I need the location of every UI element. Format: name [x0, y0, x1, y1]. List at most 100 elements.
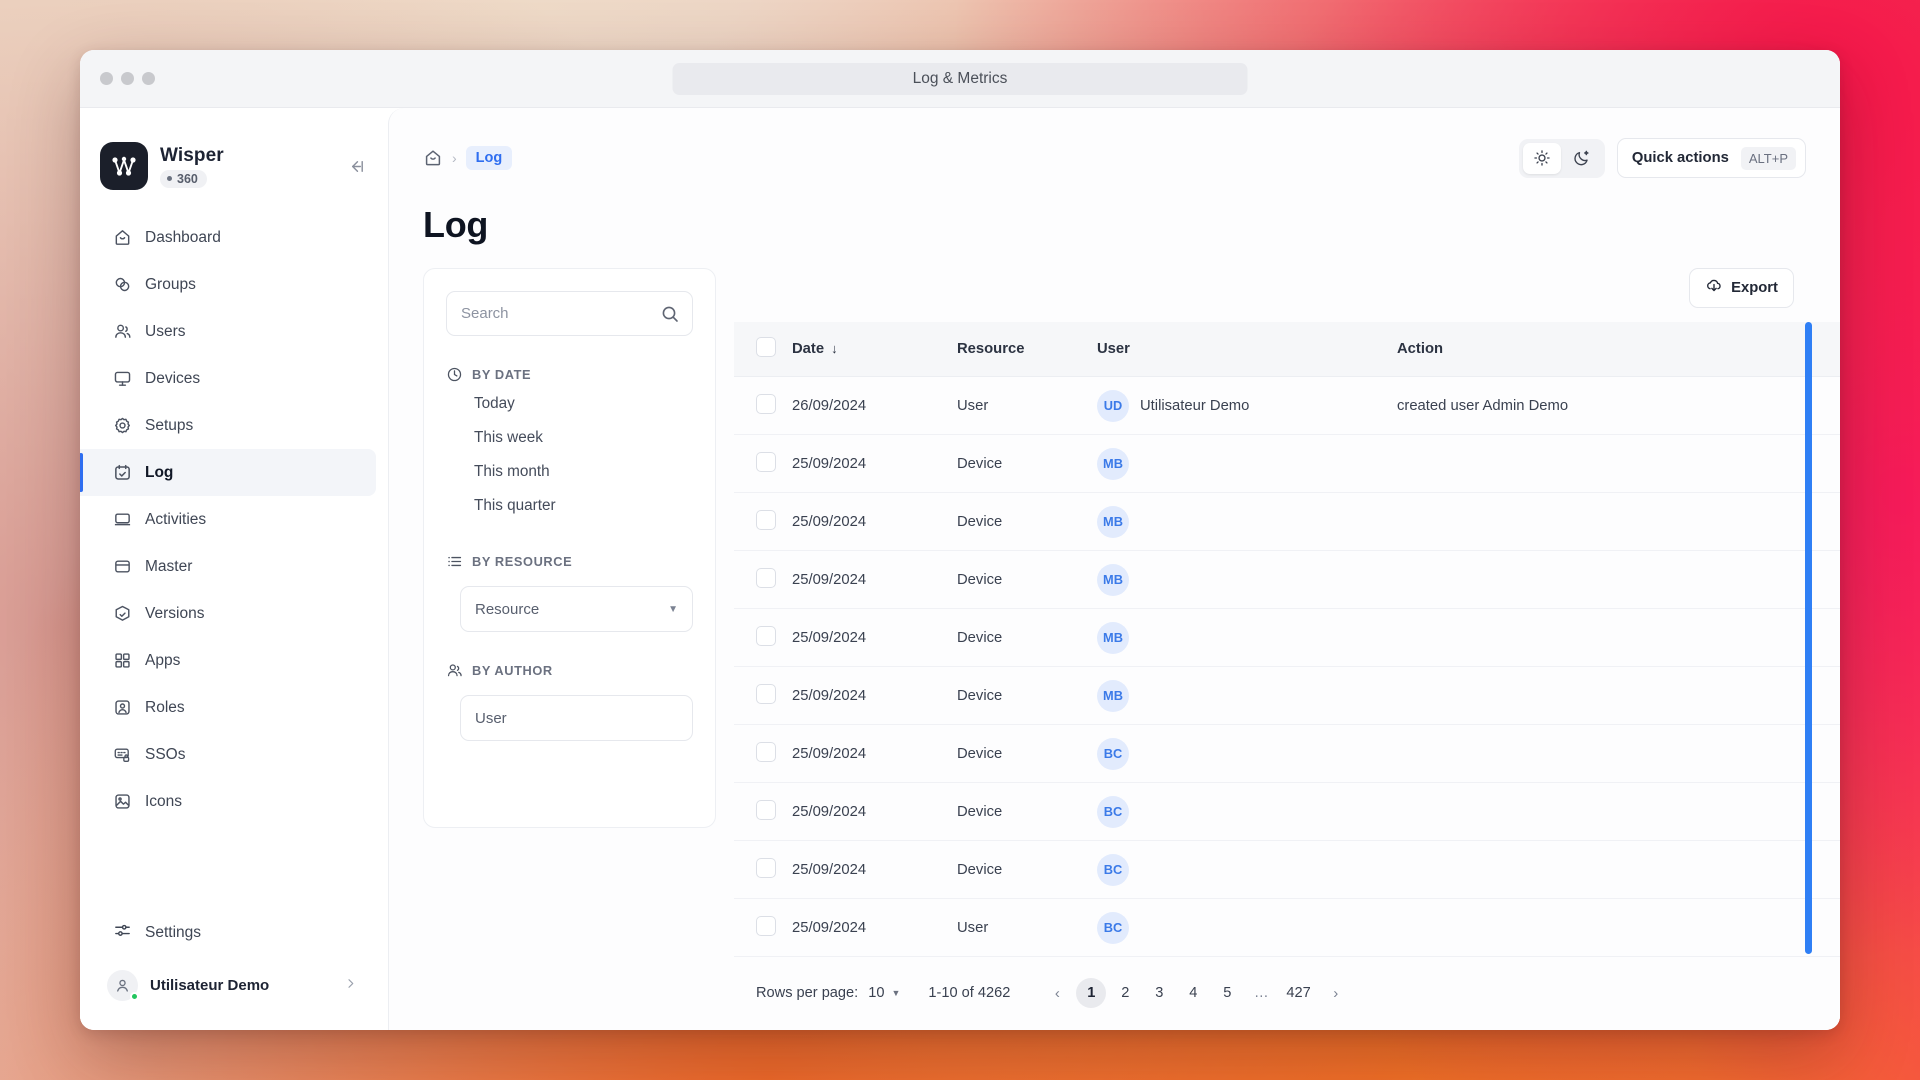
filter-group-by-date: BY DATE Today This week This month This … — [446, 366, 693, 523]
select-all-checkbox[interactable] — [756, 337, 776, 357]
rows-per-page-value: 10 — [868, 985, 885, 1001]
sidebar-item-versions[interactable]: Versions — [80, 590, 376, 637]
sidebar-item-settings[interactable]: Settings — [80, 909, 388, 957]
page-button-5[interactable]: 5 — [1212, 978, 1242, 1008]
row-checkbox[interactable] — [756, 799, 776, 820]
page-ellipsis: … — [1254, 985, 1269, 1001]
rows-per-page-select[interactable]: 10 ▼ — [868, 985, 900, 1001]
close-button[interactable] — [100, 72, 113, 85]
avatar: MB — [1097, 505, 1129, 538]
date-option-this-week[interactable]: This week — [446, 421, 693, 455]
breadcrumb-current[interactable]: Log — [465, 146, 513, 170]
row-checkbox[interactable] — [756, 451, 776, 472]
row-checkbox[interactable] — [756, 567, 776, 588]
sidebar-item-groups[interactable]: Groups — [80, 261, 376, 308]
sidebar-item-roles[interactable]: Roles — [80, 684, 376, 731]
pagination: Rows per page: 10 ▼ 1-10 of 4262 ‹ 1 2 3 — [734, 962, 1840, 1030]
sidebar-item-devices[interactable]: Devices — [80, 355, 376, 402]
table-scrollbar[interactable] — [1805, 322, 1812, 954]
table-row[interactable]: 25/09/2024 Device MB — [734, 608, 1840, 667]
search-box[interactable] — [446, 291, 693, 336]
scrollbar-thumb[interactable] — [1805, 322, 1812, 954]
sidebar-item-dashboard[interactable]: Dashboard — [80, 214, 376, 261]
sun-icon[interactable] — [1522, 142, 1561, 174]
sliders-icon — [113, 921, 132, 945]
table-row[interactable]: 26/09/2024 User UD Utilisateur Demo crea — [734, 376, 1840, 435]
collapse-sidebar-icon[interactable] — [342, 152, 370, 180]
sidebar-item-ssos[interactable]: SSOs — [80, 731, 376, 778]
select-all-header — [734, 322, 792, 377]
sidebar-item-log[interactable]: Log — [80, 449, 376, 496]
export-button[interactable]: Export — [1689, 268, 1794, 308]
sidebar-item-label: Versions — [145, 604, 205, 622]
table-body: 26/09/2024 User UD Utilisateur Demo crea — [734, 376, 1840, 957]
date-option-this-month[interactable]: This month — [446, 455, 693, 489]
quick-actions-button[interactable]: Quick actions ALT+P — [1616, 138, 1806, 178]
moon-icon[interactable] — [1563, 143, 1601, 174]
rows-per-page: Rows per page: 10 ▼ — [756, 985, 900, 1001]
resource-select[interactable]: Resource ▼ — [460, 586, 693, 632]
next-page-button[interactable]: › — [1321, 978, 1351, 1008]
column-header-action[interactable]: Action — [1397, 322, 1840, 377]
minimize-button[interactable] — [121, 72, 134, 85]
row-checkbox[interactable] — [756, 857, 776, 878]
cell-user: BC — [1097, 840, 1397, 899]
date-option-this-quarter[interactable]: This quarter — [446, 489, 693, 523]
maximize-button[interactable] — [142, 72, 155, 85]
row-checkbox[interactable] — [756, 509, 776, 530]
row-checkbox[interactable] — [756, 683, 776, 704]
sidebar-item-apps[interactable]: Apps — [80, 637, 376, 684]
sidebar-profile[interactable]: Utilisateur Demo — [100, 963, 368, 1008]
page-button-4[interactable]: 4 — [1178, 978, 1208, 1008]
page-buttons: ‹ 1 2 3 4 5 … 427 › — [1042, 978, 1350, 1008]
sidebar-item-label: Apps — [145, 651, 181, 669]
quick-actions-shortcut: ALT+P — [1740, 146, 1796, 170]
table-row[interactable]: 25/09/2024 Device MB — [734, 666, 1840, 725]
prev-page-button[interactable]: ‹ — [1042, 978, 1072, 1008]
column-header-resource[interactable]: Resource — [957, 322, 1097, 377]
avatar: BC — [1097, 911, 1129, 944]
sidebar-item-users[interactable]: Users — [80, 308, 376, 355]
page-button-2[interactable]: 2 — [1110, 978, 1140, 1008]
author-input[interactable]: User — [460, 695, 693, 741]
author-input-value: User — [475, 709, 507, 727]
settings-label: Settings — [145, 924, 202, 941]
sidebar-brand[interactable]: Wisper 360 — [80, 108, 388, 210]
chevron-right-icon — [343, 976, 358, 996]
row-checkbox[interactable] — [756, 741, 776, 762]
row-checkbox[interactable] — [756, 393, 776, 414]
search-input[interactable] — [461, 305, 660, 322]
table-row[interactable]: 25/09/2024 User BC — [734, 898, 1840, 957]
row-checkbox-cell — [734, 550, 792, 609]
box-check-icon — [113, 604, 132, 623]
image-icon — [113, 792, 132, 811]
page-button-3[interactable]: 3 — [1144, 978, 1174, 1008]
cell-action — [1397, 608, 1840, 667]
sidebar-item-master[interactable]: Master — [80, 543, 376, 590]
cell-date: 25/09/2024 — [792, 782, 957, 841]
cell-action — [1397, 434, 1840, 493]
sidebar-item-icons[interactable]: Icons — [80, 778, 376, 825]
row-checkbox[interactable] — [756, 625, 776, 646]
row-checkbox[interactable] — [756, 915, 776, 936]
table-row[interactable]: 25/09/2024 Device BC — [734, 782, 1840, 841]
table-row[interactable]: 25/09/2024 Device MB — [734, 434, 1840, 493]
content-area: BY DATE Today This week This month This … — [389, 246, 1840, 1030]
search-icon[interactable] — [660, 304, 680, 324]
table-row[interactable]: 25/09/2024 Device BC — [734, 840, 1840, 899]
sidebar-item-activities[interactable]: Activities — [80, 496, 376, 543]
column-header-user[interactable]: User — [1097, 322, 1397, 377]
sidebar-item-setups[interactable]: Setups — [80, 402, 376, 449]
table-row[interactable]: 25/09/2024 Device BC — [734, 724, 1840, 783]
page-button-427[interactable]: 427 — [1280, 978, 1316, 1008]
table-row[interactable]: 25/09/2024 Device MB — [734, 550, 1840, 609]
cell-date: 25/09/2024 — [792, 666, 957, 725]
arrow-down-icon: ↓ — [831, 341, 838, 356]
date-option-today[interactable]: Today — [446, 387, 693, 421]
page-button-1[interactable]: 1 — [1076, 978, 1107, 1008]
table-row[interactable]: 25/09/2024 Device MB — [734, 492, 1840, 551]
user-square-icon — [113, 698, 132, 717]
home-icon[interactable] — [423, 148, 443, 168]
column-header-date[interactable]: Date ↓ — [792, 322, 957, 377]
cell-date: 26/09/2024 — [792, 376, 957, 435]
